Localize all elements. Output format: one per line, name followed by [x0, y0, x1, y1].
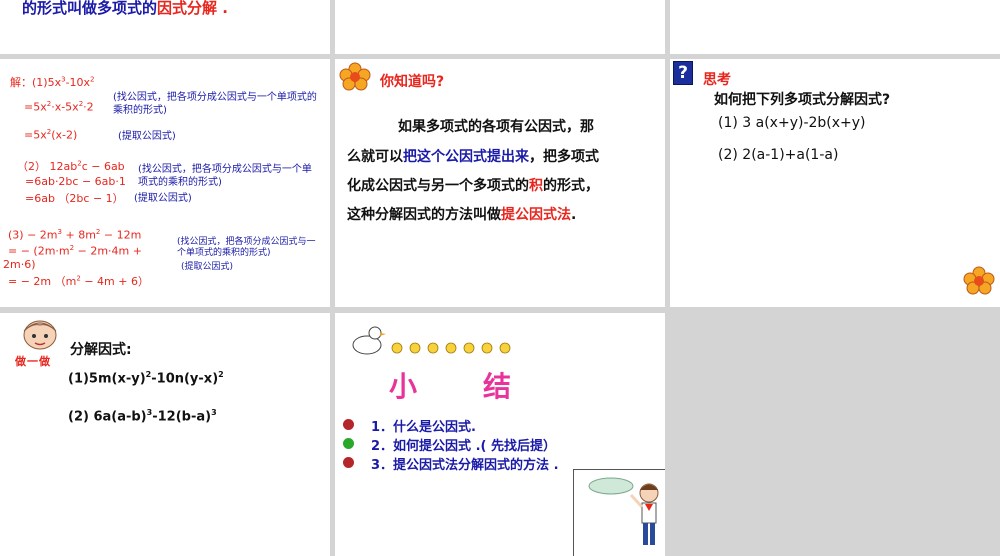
solution-line-10: = − 2m （m2 − 4m + 6）: [8, 274, 149, 288]
question-text: 如何把下列多项式分解因式?: [714, 92, 891, 108]
solution-line-8: = − (2m·m2 − 2m·4m +: [8, 244, 142, 258]
question-icon: ?: [673, 61, 693, 85]
note-find-factor-1: (找公因式，把各项分成公因式与一个单项式的乘积的形式): [113, 92, 317, 116]
note-find-factor-3: (找公因式，把各项分成公因式与一个单项式的乘积的形式): [177, 237, 316, 258]
solution-line-6: =6ab （2bc − 1）: [25, 192, 124, 205]
paragraph-line-3: 化成公因式与另一个多项式的积的形式，: [347, 178, 599, 194]
slide-think: ? 思考 如何把下列多项式分解因式? (1) 3 a(x+y)-2b(x+y) …: [670, 59, 1000, 307]
note-extract-2: (提取公因式): [134, 193, 192, 204]
boy-with-speech-bubble-icon: [588, 477, 659, 545]
do-it-badge: 做一做: [15, 355, 51, 368]
slide-solutions: 解：(1)5x3-10x2 =5x2·x-5x2·2 (找公因式，把各项分成公因…: [0, 59, 330, 307]
problem-2: (2) 2(a-1)+a(1-a): [718, 147, 839, 163]
solution-line-1: 解：(1)5x3-10x2: [10, 75, 95, 89]
flower-icon: [963, 266, 995, 295]
summary-item-3: 3．提公因式法分解因式的方法 .: [371, 458, 559, 473]
slide-bottom-right-empty: [670, 313, 1000, 556]
note-extract-3: (提取公因式): [181, 262, 234, 272]
definition-text: 的形式叫做多项式的因式分解 .: [22, 0, 228, 17]
solution-line-3: =5x2(x-2): [24, 128, 78, 142]
summary-title-char-1: 小: [389, 370, 418, 403]
paragraph-line-1: 如果多项式的各项有公因式，那: [398, 119, 594, 135]
exercise-1: (1)5m(x-y)2-10n(y-x)2: [68, 370, 224, 387]
slide-exercise: 做一做 分解因式: (1)5m(x-y)2-10n(y-x)2 (2) 6a(a…: [0, 313, 330, 556]
exercise-2: (2) 6a(a-b)3-12(b-a)3: [68, 408, 217, 425]
solution-line-4: （2） 12ab2c − 6ab: [17, 159, 125, 173]
summary-item-2: 2．如何提公因式 .( 先找后提）: [371, 439, 556, 454]
section-title: 思考: [703, 72, 731, 88]
slide-top-left: 的形式叫做多项式的因式分解 .: [0, 0, 330, 54]
bullet-green-dot: [343, 438, 354, 449]
summary-title-char-2: 结: [483, 370, 512, 403]
solution-line-9: 2m·6): [3, 258, 36, 271]
problem-1: (1) 3 a(x+y)-2b(x+y): [718, 115, 866, 131]
girl-mascot-icon: [23, 320, 57, 350]
solution-line-7: (3) − 2m3 + 8m2 − 12m: [8, 228, 142, 242]
slide-top-right: [670, 0, 1000, 54]
solution-line-2: =5x2·x-5x2·2: [24, 100, 94, 114]
paragraph-line-2: 么就可以把这个公因式提出来，把多项式: [347, 149, 599, 165]
section-title: 你知道吗?: [380, 74, 445, 90]
flower-icon: [339, 62, 371, 91]
duck-chicks-decoration: [352, 326, 511, 355]
note-extract-1: (提取公因式): [118, 131, 176, 142]
bullet-red-dot: [343, 419, 354, 430]
paragraph-line-4: 这种分解因式的方法叫做提公因式法.: [347, 207, 577, 223]
exercise-title: 分解因式:: [70, 342, 132, 358]
slide-did-you-know: 你知道吗? 如果多项式的各项有公因式，那 么就可以把这个公因式提出来，把多项式 …: [335, 59, 665, 307]
solution-line-5: =6ab·2bc − 6ab·1: [25, 175, 126, 188]
bullet-red-dot: [343, 457, 354, 468]
slide-summary: 小 结 1．什么是公因式. 2．如何提公因式 .( 先找后提） 3．提公因式法分…: [335, 313, 665, 556]
slide-top-middle: [335, 0, 665, 54]
summary-item-1: 1．什么是公因式.: [371, 420, 476, 435]
note-find-factor-2: (找公因式，把各项分成公因式与一个单项式的乘积的形式): [138, 164, 312, 188]
